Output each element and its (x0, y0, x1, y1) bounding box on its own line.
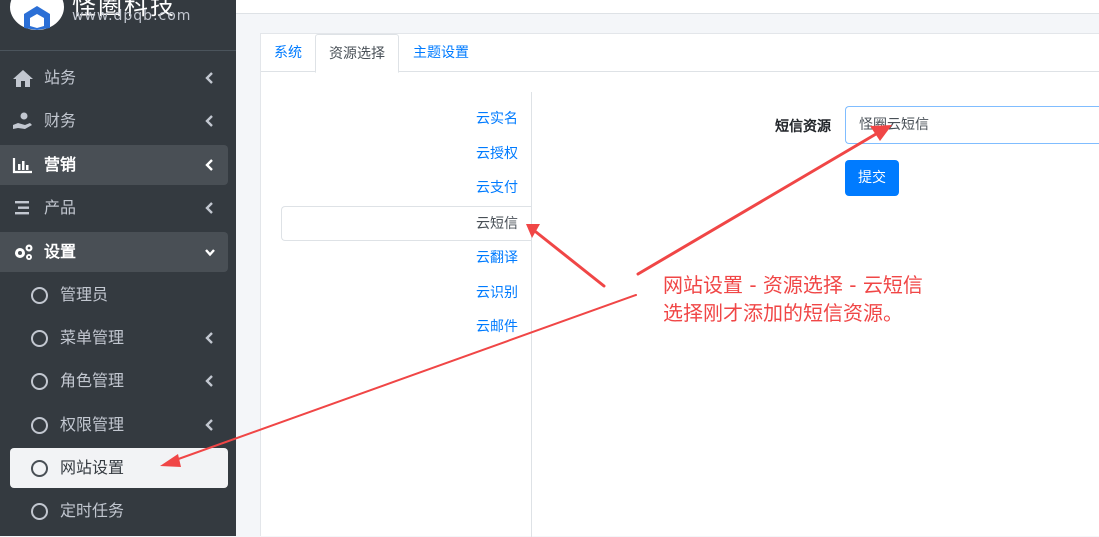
sidebar-item-zhanwu[interactable]: 站务 (0, 58, 236, 98)
sidebar-item-label: 产品 (44, 198, 77, 217)
sidebar-item-label: 财务 (44, 111, 77, 130)
brand-url: www.dpqb.com (72, 8, 192, 24)
sidebar-sub-item-site-settings[interactable]: 网站设置 (0, 448, 236, 488)
circle-icon (31, 460, 48, 477)
bar-chart-icon (12, 158, 32, 174)
resource-item-translate[interactable]: 云翻译 (281, 241, 531, 276)
sidebar-item-label: 营销 (44, 155, 77, 174)
resource-item-recognize[interactable]: 云识别 (281, 276, 531, 311)
sidebar-item-label: 设置 (44, 242, 77, 261)
annotation-text: 网站设置 - 资源选择 - 云短信 选择刚才添加的短信资源。 (663, 271, 923, 327)
annotation-line-2: 选择刚才添加的短信资源。 (663, 301, 903, 325)
tab-bar: 系统 资源选择 主题设置 (261, 34, 1099, 73)
sidebar-item-caiwu[interactable]: 财务 (0, 101, 236, 141)
tab-theme-settings[interactable]: 主题设置 (399, 34, 483, 72)
list-icon (15, 201, 29, 215)
sidebar-sub-item-label: 网站设置 (60, 458, 125, 477)
sidebar-item-label: 站务 (44, 68, 77, 87)
annotation-line-1: 网站设置 - 资源选择 - 云短信 (663, 273, 923, 297)
top-navbar (236, 0, 1099, 14)
chevron-left-icon (205, 375, 213, 387)
tab-system[interactable]: 系统 (261, 34, 315, 72)
vertical-divider (531, 92, 532, 537)
resource-item-sms[interactable]: 云短信 (281, 206, 531, 241)
chevron-left-icon (205, 332, 213, 344)
main-content: 系统 资源选择 主题设置 云实名 云授权 云支付 云短信 云翻译 云识别 云邮件… (236, 0, 1099, 537)
cogs-icon (15, 244, 33, 260)
resource-item-pay[interactable]: 云支付 (281, 171, 531, 206)
resource-item-auth[interactable]: 云授权 (281, 137, 531, 172)
brand[interactable]: 怪圈科技 www.dpqb.com (0, 0, 236, 51)
circle-icon (31, 503, 48, 520)
sidebar-item-chanpin[interactable]: 产品 (0, 188, 236, 228)
sidebar-sub-item-label: 定时任务 (60, 501, 125, 520)
sms-resource-label: 短信资源 (775, 119, 831, 135)
circle-icon (31, 330, 48, 347)
submit-button[interactable]: 提交 (845, 160, 899, 196)
sidebar-item-yingxiao[interactable]: 营销 (0, 145, 236, 185)
sidebar-sub-item-label: 管理员 (60, 285, 109, 304)
brand-logo-icon (10, 0, 64, 30)
circle-icon (31, 373, 48, 390)
chevron-left-icon (205, 419, 213, 431)
sidebar-item-shezhi[interactable]: 设置 (0, 232, 236, 272)
chevron-left-icon (205, 72, 213, 84)
sidebar-sub-item-cron[interactable]: 定时任务 (0, 491, 236, 531)
sidebar-sub-item-label: 权限管理 (60, 415, 125, 434)
circle-icon (31, 417, 48, 434)
sidebar: 怪圈科技 www.dpqb.com 站务 财务 营销 产品 设置 管理员 菜单管… (0, 0, 236, 536)
chevron-left-icon (205, 159, 213, 171)
sms-resource-select[interactable]: 怪圈云短信 (845, 106, 1099, 144)
sidebar-sub-item-permission[interactable]: 权限管理 (0, 405, 236, 445)
home-icon (13, 70, 33, 87)
sidebar-sub-item-role[interactable]: 角色管理 (0, 361, 236, 401)
circle-icon (31, 287, 48, 304)
tab-resource-select[interactable]: 资源选择 (315, 34, 399, 73)
chevron-down-icon (205, 249, 215, 257)
resource-item-real-name[interactable]: 云实名 (281, 102, 531, 137)
hand-coin-icon (13, 112, 32, 129)
sidebar-sub-item-admin[interactable]: 管理员 (0, 275, 236, 315)
chevron-left-icon (205, 202, 213, 214)
sidebar-sub-item-label: 角色管理 (60, 371, 125, 390)
chevron-left-icon (205, 115, 213, 127)
resource-item-mail[interactable]: 云邮件 (281, 310, 531, 345)
sidebar-sub-item-label: 菜单管理 (60, 328, 125, 347)
sidebar-sub-item-menu[interactable]: 菜单管理 (0, 318, 236, 358)
